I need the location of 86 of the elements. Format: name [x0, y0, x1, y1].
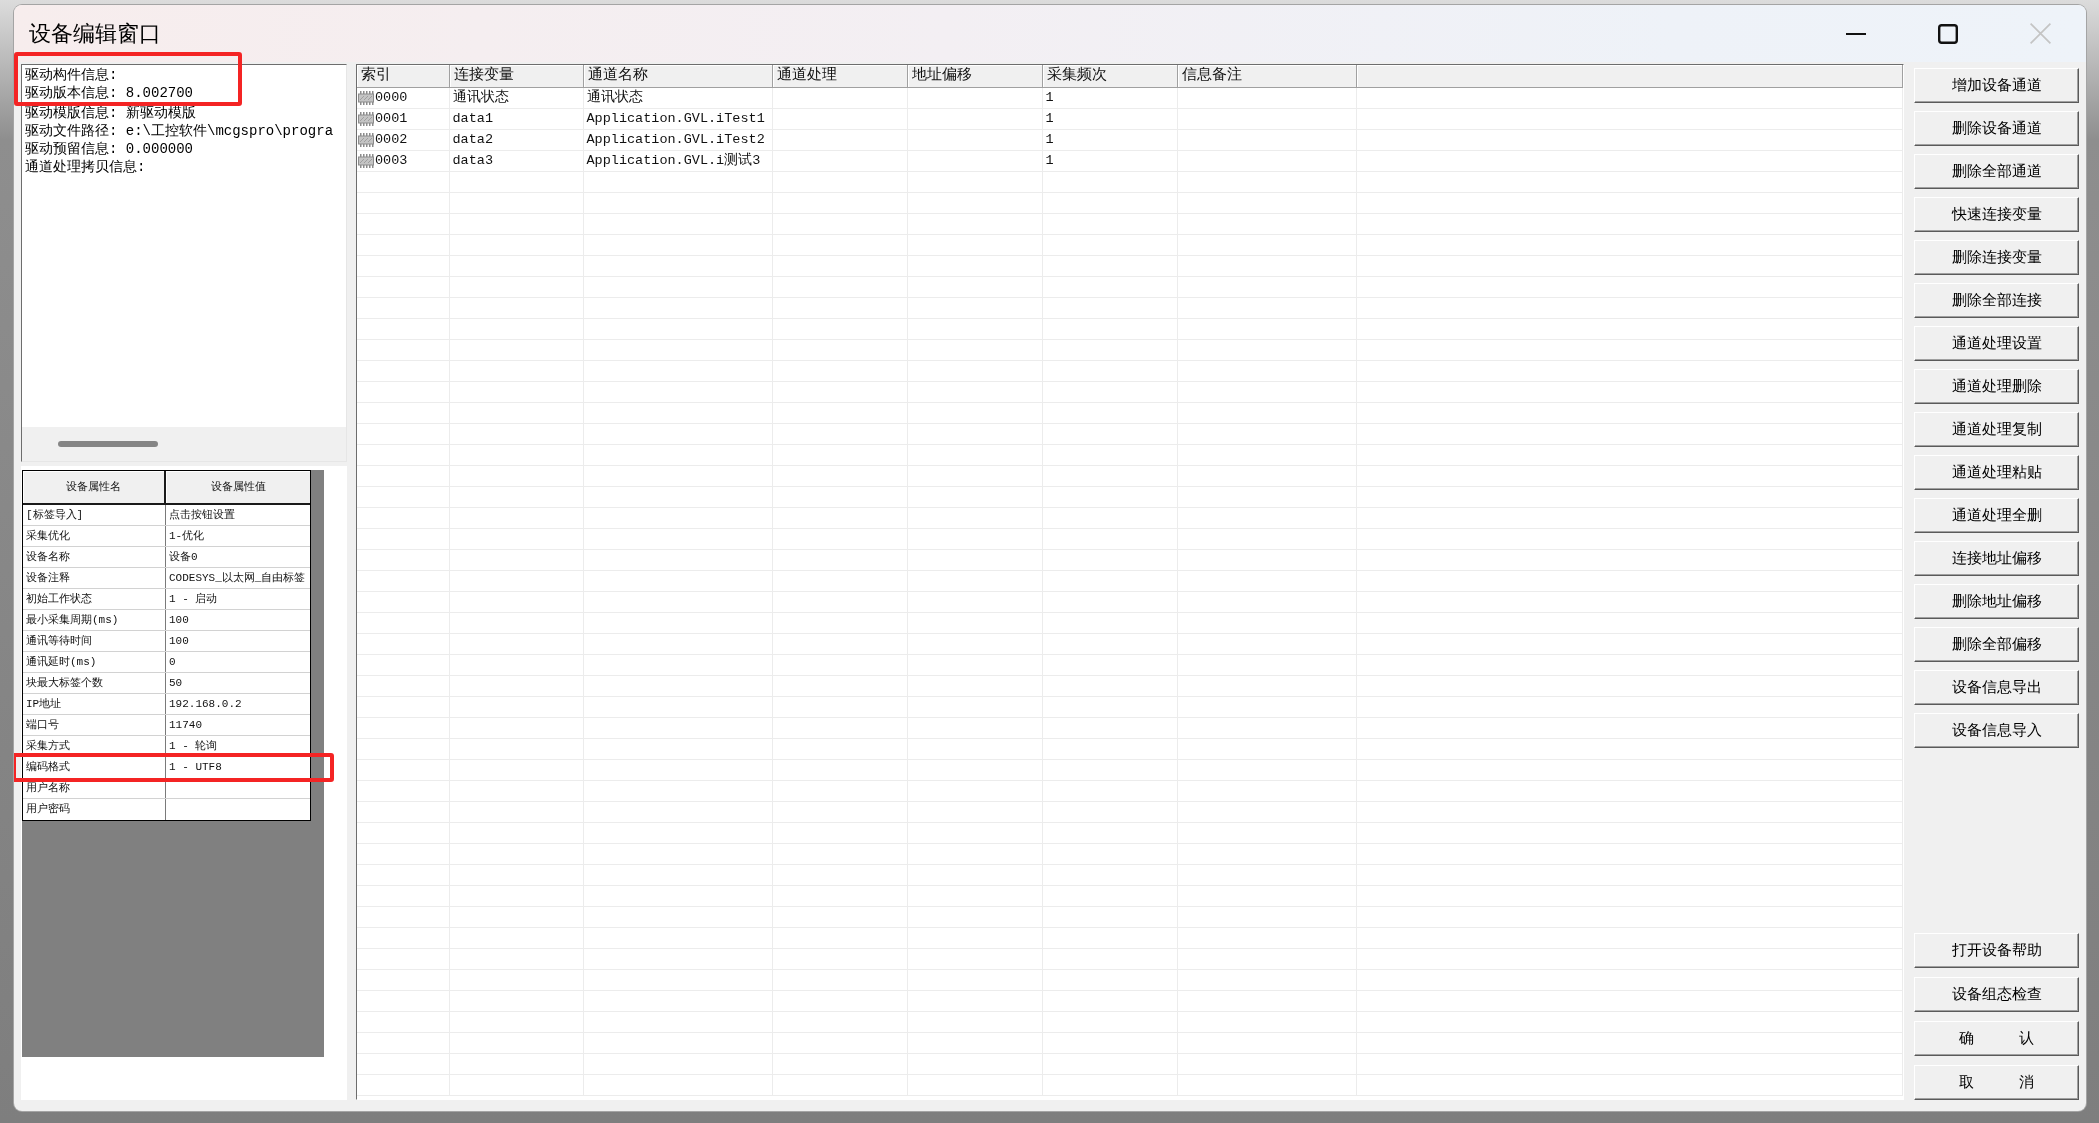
table-cell: 1	[1045, 131, 1054, 147]
table-cell: 100	[169, 614, 189, 626]
action-button[interactable]: 删除全部偏移	[1914, 627, 2079, 662]
table-cell: data1	[452, 110, 493, 126]
action-button[interactable]: 通道处理删除	[1914, 369, 2079, 404]
table-cell: 100	[169, 635, 189, 647]
column-header: 信息备注	[1177, 65, 1356, 87]
action-button[interactable]: 删除设备通道	[1914, 111, 2079, 146]
info-line: 通道处理拷贝信息:	[25, 158, 146, 176]
table-cell: 设备名称	[26, 551, 70, 563]
column-header: 通道名称	[583, 65, 772, 87]
action-button[interactable]: 删除全部通道	[1914, 154, 2079, 189]
column-header: 采集频次	[1042, 65, 1177, 87]
table-cell: 1 - 轮询	[169, 740, 218, 752]
info-line: 驱动构件信息:	[25, 66, 118, 84]
table-cell: 1 - 启动	[169, 593, 218, 605]
table-cell: 1	[1045, 89, 1054, 105]
action-button[interactable]: 通道处理全删	[1914, 498, 2079, 533]
table-cell: 采集方式	[26, 740, 70, 752]
row-index: 0002	[375, 132, 408, 147]
action-button[interactable]: 删除地址偏移	[1914, 584, 2079, 619]
action-button[interactable]: 连接地址偏移	[1914, 541, 2079, 576]
table-cell: Application.GVL.iTest2	[586, 131, 765, 147]
info-line: 驱动预留信息: 0.000000	[25, 140, 193, 158]
horizontal-scrollbar[interactable]	[22, 427, 346, 461]
column-header: 通道处理	[772, 65, 907, 87]
table-cell: 设备0	[169, 551, 198, 563]
table-cell: 块最大标签个数	[26, 677, 103, 689]
action-button[interactable]: 快速连接变量	[1914, 197, 2079, 232]
table-cell: 最小采集周期(ms)	[26, 614, 119, 626]
column-header: 连接变量	[449, 65, 583, 87]
info-line: 驱动版本信息: 8.002700	[25, 84, 193, 102]
table-cell: 50	[169, 677, 183, 689]
chip-icon	[358, 111, 374, 126]
action-button[interactable]: 删除全部连接	[1914, 283, 2079, 318]
table-cell: CODESYS_以太网_自由标签	[169, 572, 306, 584]
table-cell: 1-优化	[169, 530, 205, 542]
dialog-button[interactable]: 打开设备帮助	[1914, 933, 2079, 968]
table-cell: Application.GVL.iTest1	[586, 110, 765, 126]
table-cell: 通讯状态	[586, 89, 643, 105]
table-cell: 1	[1045, 110, 1054, 126]
table-cell: 设备注释	[26, 572, 70, 584]
action-button[interactable]: 通道处理设置	[1914, 326, 2079, 361]
column-header: 设备属性名	[23, 471, 166, 503]
table-cell: 编码格式	[26, 762, 70, 773]
table-cell: 用户密码	[26, 804, 70, 815]
table-cell: 1	[1045, 152, 1054, 168]
table-cell: 端口号	[26, 719, 59, 731]
action-button[interactable]: 设备信息导入	[1914, 713, 2079, 748]
table-cell: 通讯延时(ms)	[26, 656, 97, 668]
table-cell: 通讯等待时间	[26, 635, 92, 647]
column-header: 设备属性值	[166, 471, 310, 503]
table-cell: data2	[452, 131, 493, 147]
table-cell: data3	[452, 152, 493, 168]
action-button[interactable]: 通道处理粘贴	[1914, 455, 2079, 490]
table-cell: 192.168.0.2	[169, 698, 242, 710]
table-cell: 通讯状态	[452, 89, 509, 105]
table-cell: Application.GVL.i测试3	[586, 152, 761, 168]
row-index: 0001	[375, 111, 408, 126]
action-button[interactable]: 通道处理复制	[1914, 412, 2079, 447]
info-line: 驱动文件路径: e:\工控软件\mcgspro\progra	[25, 122, 334, 140]
row-index: 0000	[375, 90, 408, 105]
row-index: 0003	[375, 153, 408, 168]
table-cell: 采集优化	[26, 530, 70, 542]
dialog-button[interactable]: 设备组态检查	[1914, 977, 2079, 1012]
table-cell: 初始工作状态	[26, 593, 92, 605]
column-header: 索引	[357, 65, 449, 87]
dialog-button[interactable]: 取 消	[1914, 1065, 2079, 1100]
table-cell: 0	[169, 656, 176, 668]
action-button[interactable]: 增加设备通道	[1914, 68, 2079, 103]
table-cell: IP地址	[26, 698, 62, 710]
action-button[interactable]: 删除连接变量	[1914, 240, 2079, 275]
scrollbar-thumb[interactable]	[58, 441, 158, 447]
chip-icon	[358, 90, 374, 105]
window-title: 设备编辑窗口	[29, 20, 161, 48]
info-line: 驱动模版信息: 新驱动模版	[25, 104, 196, 122]
chip-icon	[358, 153, 374, 168]
table-cell: [标签导入]	[26, 509, 84, 521]
table-cell: 用户名称	[26, 782, 70, 794]
column-header: 地址偏移	[907, 65, 1042, 87]
table-cell: 1 - UTF8	[169, 762, 222, 773]
action-button[interactable]: 设备信息导出	[1914, 670, 2079, 705]
table-cell: 点击按钮设置	[169, 509, 235, 521]
chip-icon	[358, 132, 374, 147]
table-cell: 11740	[169, 719, 202, 731]
dialog-button[interactable]: 确 认	[1914, 1021, 2079, 1056]
